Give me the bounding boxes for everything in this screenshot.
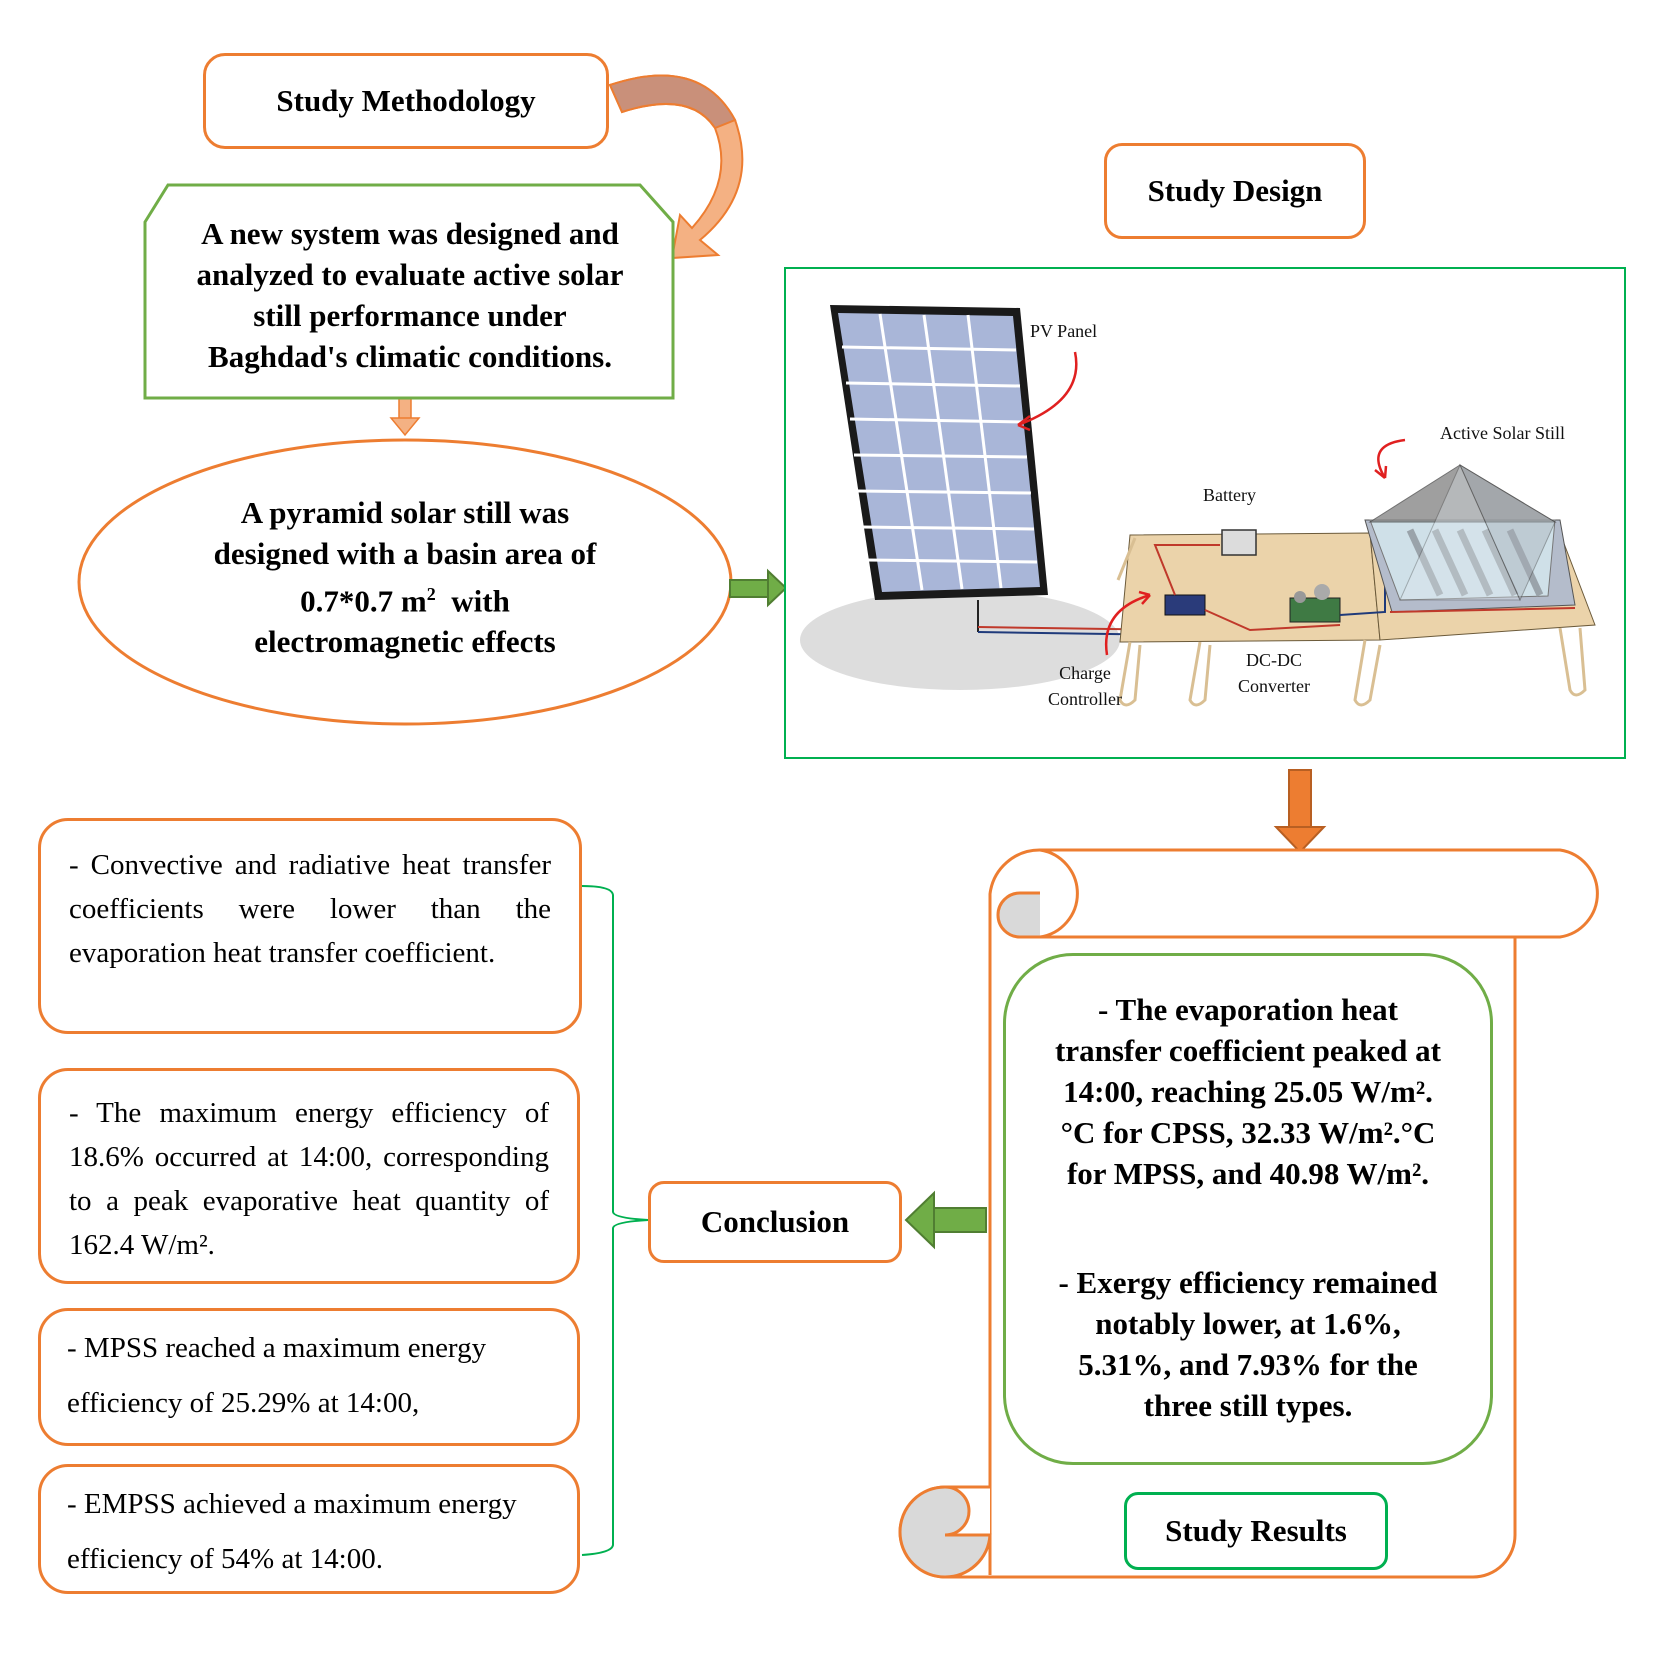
right-arrow-icon [729,568,788,608]
study-design-box: Study Design [1104,143,1366,239]
down-arrow-icon [1273,769,1327,854]
system-description: A new system was designed and analyzed t… [196,216,624,374]
conclusion-bracket [581,885,649,1556]
label-active-solar-still: Active Solar Still [1440,423,1565,443]
study-results-box: Study Results [1124,1492,1388,1570]
study-results-title: Study Results [1165,1513,1347,1548]
study-methodology-box: Study Methodology [203,53,609,149]
label-dcdc-converter: DC-DC Converter [1238,650,1310,696]
battery-icon [1221,529,1257,556]
label-battery: Battery [1203,485,1256,505]
charge-controller-icon [1164,594,1206,616]
down-arrow-icon [389,397,421,437]
conclusion-item: - Convective and radiative heat transfer… [38,818,582,1034]
study-design-title: Study Design [1147,173,1323,208]
label-charge-controller: Charge Controller [1048,663,1122,709]
pyramid-description: A pyramid solar still was designed with … [213,495,597,660]
results-paragraph-1: - The evaporation heat transfer coeffici… [1055,992,1441,1191]
conclusion-item: - MPSS reached a maximum energy efficien… [38,1308,580,1446]
conclusion-title: Conclusion [700,1204,850,1239]
conclusion-item: - EMPSS achieved a maximum energy effici… [38,1464,580,1594]
results-paragraph-2: - Exergy efficiency remained notably low… [1058,1265,1438,1423]
left-arrow-icon [904,1190,987,1250]
conclusion-item: - The maximum energy efficiency of 18.6%… [38,1068,580,1284]
conclusion-box: Conclusion [648,1181,902,1263]
label-pv-panel: PV Panel [1030,321,1098,341]
study-methodology-title: Study Methodology [276,83,536,118]
